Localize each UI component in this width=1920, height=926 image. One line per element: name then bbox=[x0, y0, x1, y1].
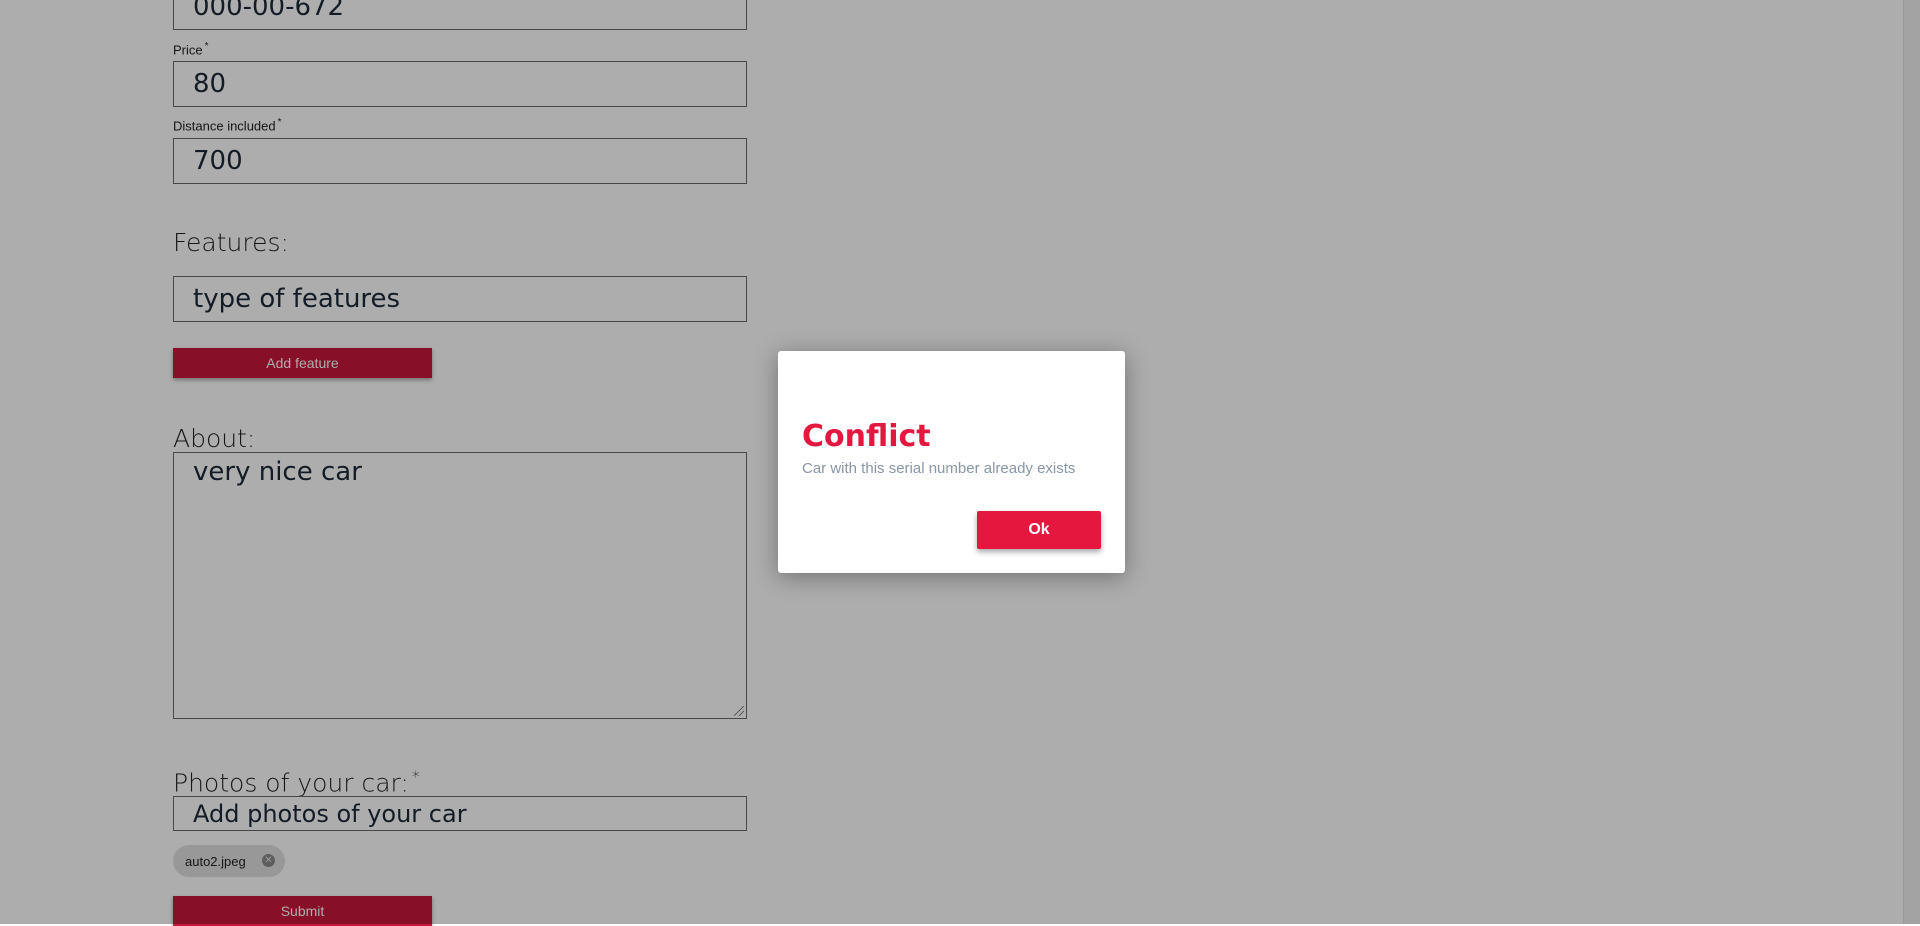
conflict-dialog: Conflict Car with this serial number alr… bbox=[778, 351, 1125, 573]
dialog-title: Conflict bbox=[802, 419, 931, 454]
ok-button[interactable]: Ok bbox=[977, 511, 1101, 549]
dialog-message: Car with this serial number already exis… bbox=[802, 460, 1076, 477]
